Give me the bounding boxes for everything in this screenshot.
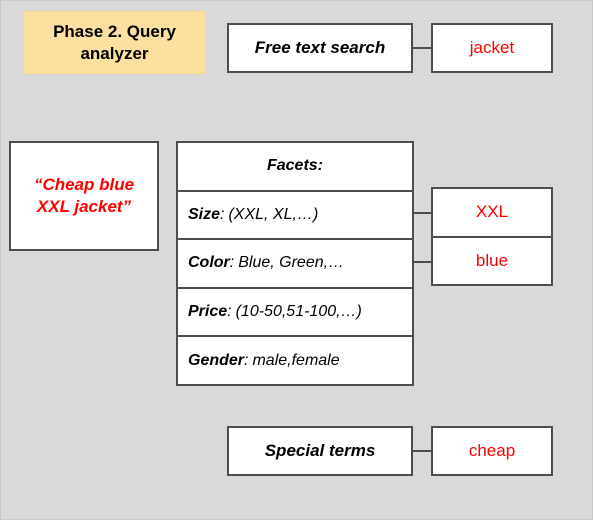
connector-free-text xyxy=(411,47,433,49)
facet-key-price: Price xyxy=(188,303,228,321)
extracted-value-color: blue xyxy=(475,250,509,270)
facet-value-price: (10-50,51-100,…) xyxy=(235,303,362,321)
facet-row-size: Size : (XXL, XL,…) xyxy=(178,192,412,241)
facet-separator-price: : xyxy=(227,303,232,321)
connector-color xyxy=(412,261,433,263)
facet-key-color: Color xyxy=(188,254,230,272)
connector-special-terms xyxy=(411,450,433,452)
facet-separator-gender: : xyxy=(244,351,249,369)
phase-banner: Phase 2. Query analyzer xyxy=(23,11,206,74)
free-text-search-value-box: jacket xyxy=(431,23,553,73)
special-terms-label-box: Special terms xyxy=(227,426,413,476)
connector-size xyxy=(412,212,433,214)
facet-separator-color: : xyxy=(229,254,235,272)
facets-table: Facets: Size : (XXL, XL,…) Color : Blue,… xyxy=(176,141,414,386)
query-input-box: “Cheap blue XXL jacket” xyxy=(9,141,159,251)
facets-header-row: Facets: xyxy=(178,143,412,192)
facet-value-size: (XXL, XL,…) xyxy=(228,205,319,223)
extracted-value-size: XXL xyxy=(433,189,551,238)
facet-value-gender: male,female xyxy=(252,351,340,369)
facet-key-size: Size xyxy=(188,205,221,223)
facet-value-color: Blue, Green,… xyxy=(238,254,345,272)
facet-separator-size: : xyxy=(220,205,225,223)
free-text-search-label-box: Free text search xyxy=(227,23,413,73)
extracted-facet-values-box: XXL blue xyxy=(431,187,553,286)
facet-row-price: Price : (10-50,51-100,…) xyxy=(178,289,412,338)
facet-row-gender: Gender : male,female xyxy=(178,337,412,384)
diagram-canvas: Phase 2. Query analyzer “Cheap blue XXL … xyxy=(0,0,593,520)
facet-key-gender: Gender xyxy=(188,351,245,369)
facet-row-color: Color : Blue, Green,… xyxy=(178,240,412,289)
special-terms-value-box: cheap xyxy=(431,426,553,476)
